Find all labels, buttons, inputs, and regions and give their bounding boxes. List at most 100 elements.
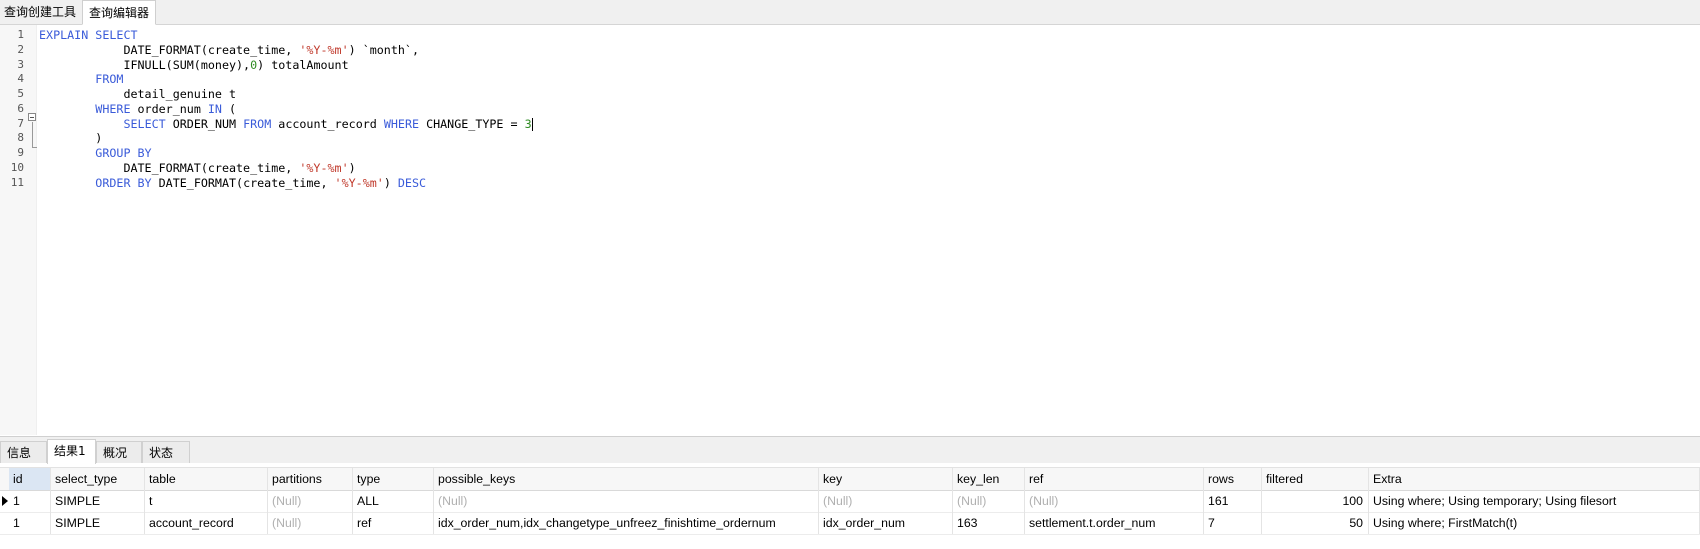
column-header-extra[interactable]: Extra xyxy=(1369,468,1700,490)
line-number: 7 xyxy=(17,116,24,130)
sql-text: CHANGE_TYPE = xyxy=(419,116,525,131)
sql-editor[interactable]: 1 2 3 4 5 6 7 8 9 10 11 EXPLAIN SELECT DATE_FORMAT… xyxy=(0,25,1700,435)
sql-keyword: WHERE xyxy=(95,101,131,116)
column-header-filtered[interactable]: filtered xyxy=(1262,468,1369,490)
code-line: GROUP BY xyxy=(39,145,152,161)
cell-possible-keys[interactable]: (Null) xyxy=(434,490,819,512)
fold-guide xyxy=(32,122,33,148)
fold-guide-end xyxy=(32,147,37,148)
sql-keyword: WHERE xyxy=(383,116,420,131)
sql-string: '%Y-%m' xyxy=(299,160,349,175)
cell-id[interactable]: 1 xyxy=(9,512,51,534)
code-line: WHERE order_num IN ( xyxy=(39,101,236,117)
cell-rows[interactable]: 7 xyxy=(1204,512,1262,534)
column-header-type[interactable]: type xyxy=(353,468,434,490)
current-row-indicator-icon xyxy=(0,490,9,512)
cell-partitions[interactable]: (Null) xyxy=(268,490,353,512)
column-header-key[interactable]: key xyxy=(819,468,953,490)
line-number: 1 xyxy=(17,28,24,41)
tab-info[interactable]: 信息 xyxy=(0,441,47,463)
cell-key[interactable]: (Null) xyxy=(819,490,953,512)
column-header-id[interactable]: id xyxy=(9,468,51,490)
cell-extra[interactable]: Using where; Using temporary; Using file… xyxy=(1369,490,1700,512)
column-header-select-type[interactable]: select_type xyxy=(51,468,145,490)
tab-profile[interactable]: 概况 xyxy=(96,441,142,463)
grid-header: id select_type table partitions type possible… xyxy=(0,467,1700,491)
text-caret xyxy=(531,117,533,131)
tab-result1[interactable]: 结果1 xyxy=(47,439,96,464)
column-header-rows[interactable]: rows xyxy=(1204,468,1262,490)
table-row[interactable]: 1 SIMPLE t (Null) ALL (Null) (Null) (Null) (Null… xyxy=(0,490,1700,513)
cell-partitions[interactable]: (Null) xyxy=(268,512,353,534)
column-header-ref[interactable]: ref xyxy=(1025,468,1204,490)
line-number: 10 xyxy=(10,160,24,174)
sql-text: order_num xyxy=(130,101,208,116)
code-line: DATE_FORMAT(create_time, '%Y-%m') `month… xyxy=(39,42,419,58)
column-header-possible-keys[interactable]: possible_keys xyxy=(434,468,819,490)
cell-ref[interactable]: (Null) xyxy=(1025,490,1204,512)
sql-text: ) xyxy=(39,131,103,146)
sql-text: ORDER_NUM xyxy=(165,116,244,131)
cell-key-len[interactable]: (Null) xyxy=(953,490,1025,512)
code-line: DATE_FORMAT(create_time, '%Y-%m') xyxy=(39,160,356,176)
cell-table[interactable]: t xyxy=(145,490,268,512)
code-line: ) xyxy=(39,130,102,146)
sql-text: ) `month`, xyxy=(348,42,419,57)
sql-keyword: ORDER BY xyxy=(95,175,152,190)
sql-text: ( xyxy=(221,101,237,116)
sql-text: ) xyxy=(348,160,356,175)
line-number: 6 xyxy=(17,101,24,115)
tab-status[interactable]: 状态 xyxy=(142,441,190,463)
line-number: 2 xyxy=(17,42,24,56)
cell-extra[interactable]: Using where; FirstMatch(t) xyxy=(1369,512,1700,534)
cell-ref[interactable]: settlement.t.order_num xyxy=(1025,512,1204,534)
top-tab-bar: 查询创建工具 查询编辑器 xyxy=(0,0,1700,25)
line-number: 9 xyxy=(17,146,24,159)
sql-string: '%Y-%m' xyxy=(334,175,384,190)
cell-select-type[interactable]: SIMPLE xyxy=(51,512,145,534)
sql-text: DATE_FORMAT(create_time, xyxy=(39,160,300,175)
cell-type[interactable]: ALL xyxy=(353,490,434,512)
tab-query-editor[interactable]: 查询编辑器 xyxy=(82,0,156,25)
line-number-gutter: 1 2 3 4 5 6 7 8 9 10 11 xyxy=(0,25,37,435)
row-marker xyxy=(0,512,9,534)
sql-number: 3 xyxy=(524,116,532,131)
code-line: ORDER BY DATE_FORMAT(create_time, '%Y-%m… xyxy=(39,175,426,191)
sql-text: ) totalAmount xyxy=(257,57,349,72)
cell-select-type[interactable]: SIMPLE xyxy=(51,490,145,512)
code-line: EXPLAIN SELECT xyxy=(39,27,138,43)
sql-string: '%Y-%m' xyxy=(299,42,349,57)
cell-type[interactable]: ref xyxy=(353,512,434,534)
sql-keyword: IN xyxy=(207,101,222,116)
table-row[interactable]: 1 SIMPLE account_record (Null) ref idx_order_… xyxy=(0,512,1700,535)
sql-keyword: FROM xyxy=(95,72,124,87)
code-line: IFNULL(SUM(money),0) totalAmount xyxy=(39,57,349,73)
cell-key-len[interactable]: 163 xyxy=(953,512,1025,534)
sql-keyword: FROM xyxy=(243,116,272,131)
cell-filtered[interactable]: 50 xyxy=(1262,512,1369,534)
cell-filtered[interactable]: 100 xyxy=(1262,490,1369,512)
line-number: 3 xyxy=(17,57,24,71)
result-grid[interactable]: id select_type table partitions type possible… xyxy=(0,467,1700,549)
cell-possible-keys[interactable]: idx_order_num,idx_changetype_unfreez_fin… xyxy=(434,512,819,534)
sql-text: ) xyxy=(383,175,398,190)
line-number: 4 xyxy=(17,72,24,86)
column-header-key-len[interactable]: key_len xyxy=(953,468,1025,490)
sql-keyword: GROUP BY xyxy=(95,146,152,160)
line-number: 11 xyxy=(10,175,24,189)
column-header-table[interactable]: table xyxy=(145,468,268,490)
sql-text: detail_genuine t xyxy=(39,87,237,101)
fold-toggle-icon[interactable] xyxy=(28,113,36,121)
cell-key[interactable]: idx_order_num xyxy=(819,512,953,534)
code-line: SELECT ORDER_NUM FROM account_record WHE… xyxy=(39,116,533,132)
column-header-partitions[interactable]: partitions xyxy=(268,468,353,490)
cell-rows[interactable]: 161 xyxy=(1204,490,1262,512)
tab-query-builder[interactable]: 查询创建工具 xyxy=(0,0,82,23)
cell-id[interactable]: 1 xyxy=(9,490,51,512)
cell-table[interactable]: account_record xyxy=(145,512,268,534)
line-number: 8 xyxy=(17,131,24,145)
